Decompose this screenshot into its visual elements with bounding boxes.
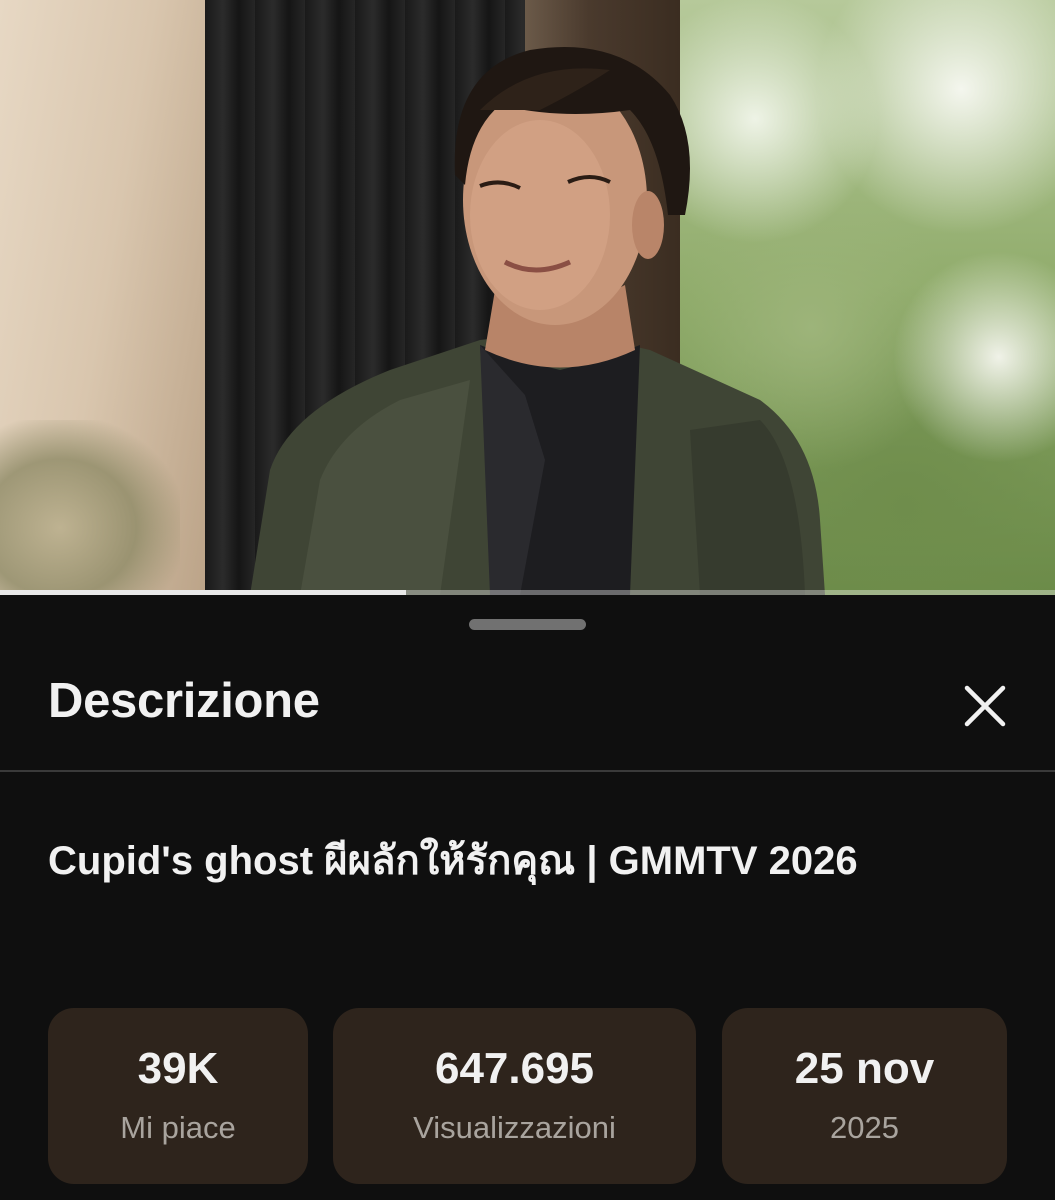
video-player[interactable] xyxy=(0,0,1055,595)
close-button[interactable] xyxy=(950,671,1020,741)
sheet-title: Descrizione xyxy=(48,674,320,728)
views-stat-card: 647.695 Visualizzazioni xyxy=(333,1008,696,1184)
description-sheet: Descrizione Cupid's ghost ผีผลักให้รักคุ… xyxy=(0,595,1055,1200)
upload-year: 2025 xyxy=(830,1110,899,1145)
upload-date: 25 nov xyxy=(794,1044,935,1093)
likes-label: Mi piace xyxy=(120,1110,236,1145)
date-stat-card: 25 nov 2025 xyxy=(722,1008,1007,1184)
video-title: Cupid's ghost ผีผลักให้รักคุณ | GMMTV 20… xyxy=(48,839,858,883)
likes-stat-card: 39K Mi piace xyxy=(48,1008,308,1184)
video-stats: 39K Mi piace 647.695 Visualizzazioni 25 … xyxy=(0,1008,1055,1184)
views-label: Visualizzazioni xyxy=(413,1110,616,1145)
views-count: 647.695 xyxy=(434,1044,595,1093)
close-icon xyxy=(964,685,1006,727)
video-frame-person xyxy=(250,47,825,595)
likes-count: 39K xyxy=(137,1044,219,1093)
drag-handle[interactable] xyxy=(469,619,586,630)
sheet-header: Descrizione xyxy=(0,655,1055,772)
